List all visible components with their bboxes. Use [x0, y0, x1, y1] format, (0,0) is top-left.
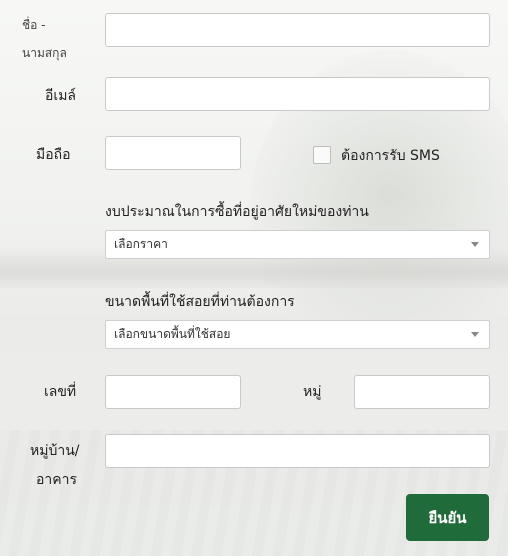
moo-label: หมู่	[303, 384, 322, 400]
email-input[interactable]	[105, 77, 490, 111]
mobile-label: มือถือ	[36, 147, 71, 163]
area-label: ขนาดพื้นที่ใช้สอยที่ท่านต้องการ	[105, 294, 295, 310]
sms-label: ต้องการรับ SMS	[341, 148, 440, 164]
village-label-line1: หมู่บ้าน/	[30, 443, 80, 459]
village-label-line2: อาคาร	[36, 472, 78, 488]
sms-checkbox[interactable]	[313, 146, 331, 164]
budget-label: งบประมาณในการซื้อที่อยู่อาศัยใหม่ของท่าน	[105, 204, 369, 220]
mobile-input[interactable]	[105, 136, 241, 170]
fullname-label-line1: ชื่อ -	[22, 18, 46, 32]
budget-select-value: เลือกราคา	[114, 237, 168, 251]
fullname-label-line2: นามสกุล	[22, 46, 67, 60]
house-number-input[interactable]	[105, 375, 241, 409]
email-label: อีเมล์	[45, 88, 77, 104]
area-select-value: เลือกขนาดพื้นที่ใช้สอย	[114, 327, 231, 341]
village-input[interactable]	[105, 434, 490, 468]
moo-input[interactable]	[354, 375, 490, 409]
area-select[interactable]: เลือกขนาดพื้นที่ใช้สอย	[105, 320, 490, 349]
submit-button[interactable]: ยืนยัน	[406, 494, 489, 541]
fullname-input[interactable]	[105, 13, 490, 47]
chevron-down-icon	[471, 332, 479, 337]
chevron-down-icon	[471, 242, 479, 247]
house-number-label: เลขที่	[44, 384, 77, 400]
budget-select[interactable]: เลือกราคา	[105, 230, 490, 259]
